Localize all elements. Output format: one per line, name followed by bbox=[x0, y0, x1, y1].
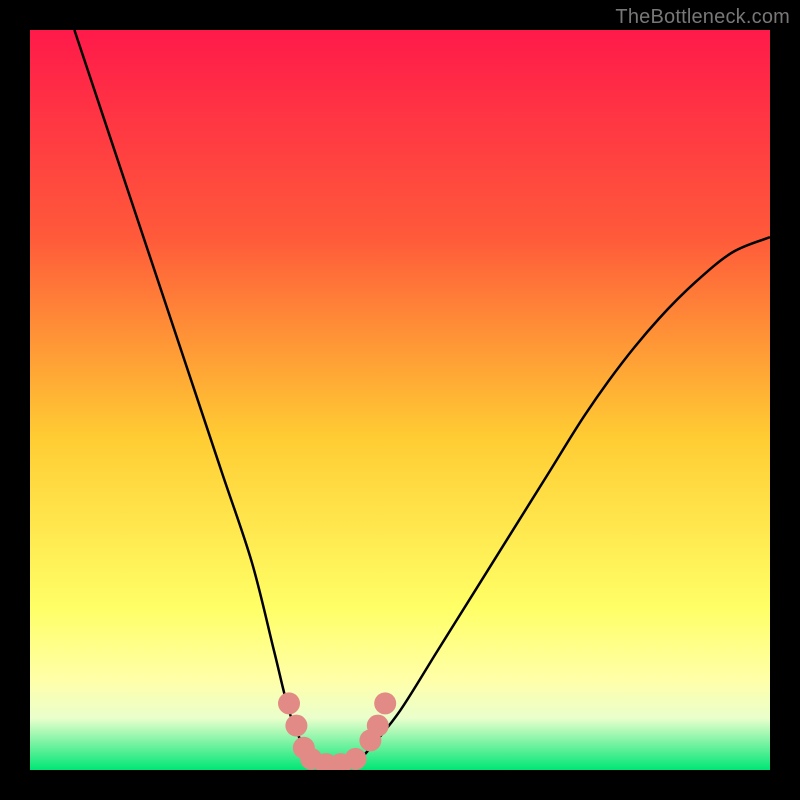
watermark-text: TheBottleneck.com bbox=[615, 6, 790, 29]
marker-point bbox=[367, 715, 389, 737]
marker-point bbox=[278, 692, 300, 714]
gradient-background bbox=[30, 30, 770, 770]
marker-point bbox=[285, 715, 307, 737]
chart-frame bbox=[30, 30, 770, 770]
marker-point bbox=[374, 692, 396, 714]
marker-point bbox=[345, 748, 367, 770]
bottleneck-chart bbox=[30, 30, 770, 770]
